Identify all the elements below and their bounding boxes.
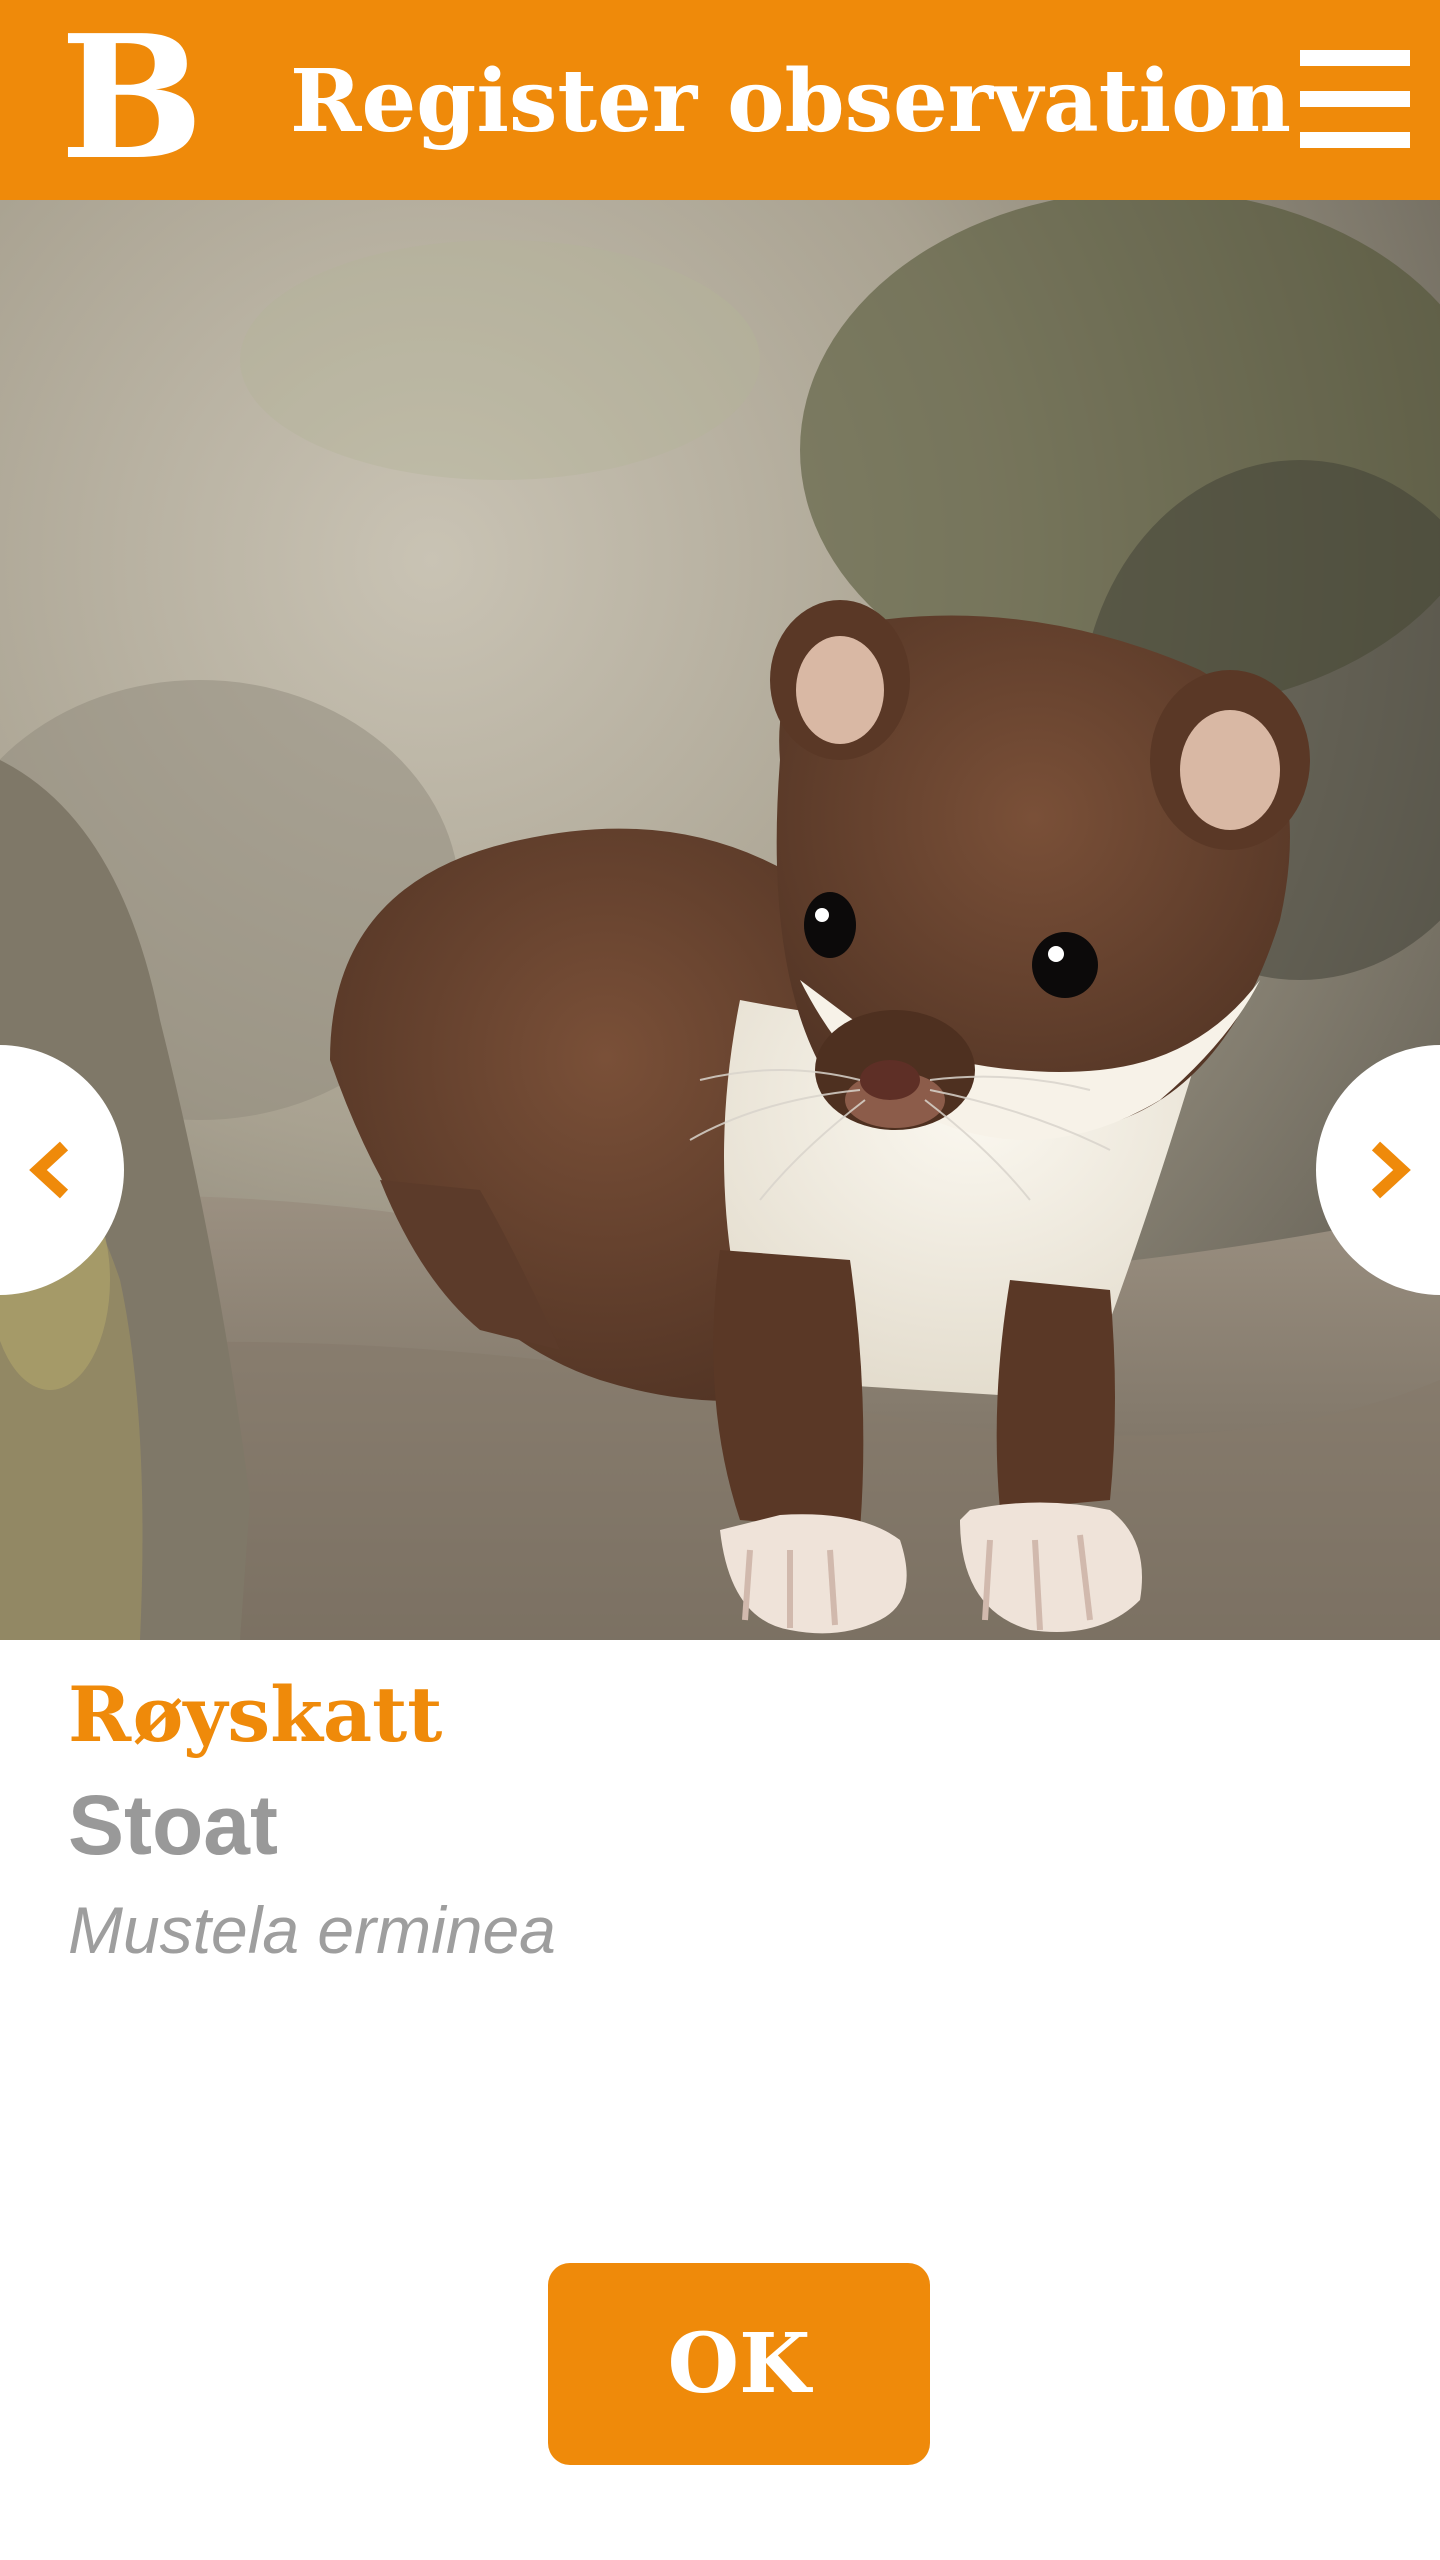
hamburger-menu-icon[interactable] <box>1300 46 1410 156</box>
species-photo <box>0 200 1440 1640</box>
menu-bar-top <box>1300 50 1410 66</box>
chevron-left-icon <box>29 1141 69 1199</box>
menu-bar-middle <box>1300 91 1410 107</box>
ok-button[interactable]: OK <box>548 2263 930 2465</box>
app-logo[interactable]: B <box>60 13 204 183</box>
app-header: B Register observation <box>0 0 1440 200</box>
species-english-name: Stoat <box>68 1778 278 1872</box>
species-latin-name: Mustela erminea <box>68 1893 556 1967</box>
chevron-right-icon <box>1371 1141 1411 1199</box>
stoat-illustration <box>0 200 1440 1640</box>
species-local-name: Røyskatt <box>68 1670 443 1759</box>
menu-bar-bottom <box>1300 132 1410 148</box>
app-screen: B Register observation Røyskatt Stoat Mu… <box>0 0 1440 2560</box>
page-title: Register observation <box>290 51 1292 152</box>
species-names: Røyskatt Stoat Mustela erminea <box>68 1660 1368 1980</box>
